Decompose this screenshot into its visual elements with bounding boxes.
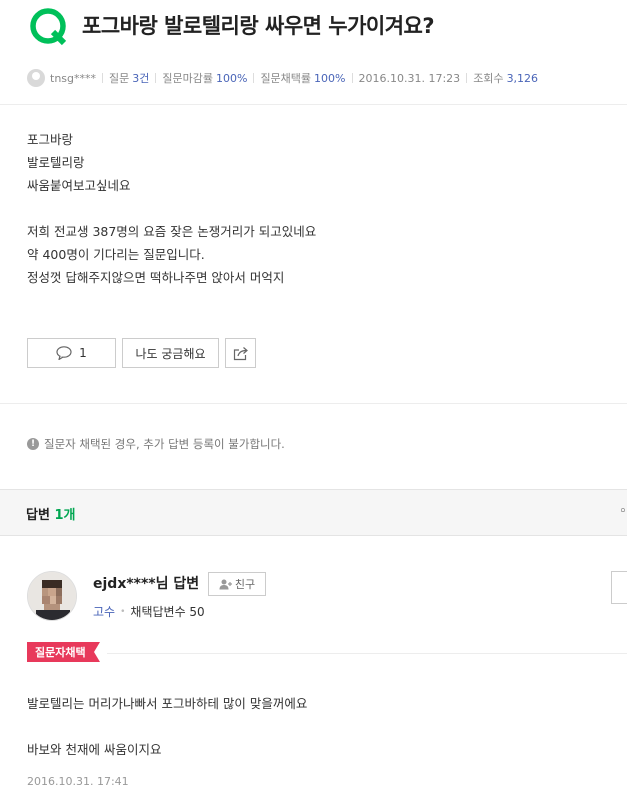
questions-label: 질문: [109, 72, 130, 85]
notice-text: 질문자 채택된 경우, 추가 답변 등록이 불가합니다.: [44, 437, 285, 451]
author-name[interactable]: tnsg****: [50, 72, 96, 85]
answerer-avatar[interactable]: [27, 571, 77, 621]
divider: [0, 403, 627, 404]
answer-menu-button[interactable]: [611, 571, 627, 604]
answerer-name: ejdx****님 답변: [93, 576, 200, 592]
divider: [155, 73, 157, 83]
comment-button[interactable]: 1: [27, 338, 116, 368]
curious-button[interactable]: 나도 궁금해요: [122, 338, 219, 368]
share-button[interactable]: [225, 338, 256, 368]
divider: [0, 104, 627, 105]
separator-dot: •: [120, 606, 126, 617]
adopt-rate-label: 질문채택률: [260, 72, 312, 85]
answers-header: [0, 489, 627, 536]
adopt-notice: ! 질문자 채택된 경우, 추가 답변 등록이 불가합니다.: [27, 436, 285, 452]
answer-line: 바보와 천재에 싸움이지요: [27, 742, 162, 757]
views-label: 조회수: [473, 72, 504, 85]
info-icon: !: [27, 438, 39, 450]
body-line: 약 400명이 기다리는 질문입니다.: [27, 247, 205, 262]
body-line: [27, 197, 316, 220]
share-icon: [233, 346, 248, 360]
question-body: 포그바랑 발로텔리랑 싸움붙여보고싶네요 저희 전교생 387명의 요즘 잦은 …: [27, 128, 316, 289]
answer-body: 발로텔리는 머리가나빠서 포그바하테 많이 맞을꺼에요 바보와 천재에 싸움이지…: [27, 692, 307, 761]
divider: [107, 653, 627, 654]
divider: [253, 73, 255, 83]
body-line: 발로텔리랑: [27, 155, 85, 170]
question-meta: tnsg**** 질문 3건 질문마감률 100% 질문채택률 100% 201…: [27, 68, 538, 88]
adopted-badge: 질문자채택: [27, 642, 100, 662]
sort-toggle-edge[interactable]: ◦: [619, 504, 627, 520]
answerer-info: 고수 • 채택답변수 50: [93, 603, 205, 620]
speech-bubble-icon: [56, 346, 72, 360]
divider: [466, 73, 468, 83]
profile-photo-icon: [28, 572, 76, 620]
body-line: 정성껏 답해주지않으면 떡하나주면 앉아서 머억지: [27, 270, 285, 285]
divider: [102, 73, 103, 83]
views-count: 3,126: [506, 71, 539, 85]
adopted-count: 채택답변수 50: [130, 605, 205, 619]
body-line: 포그바랑: [27, 132, 74, 147]
answer-line: [27, 715, 307, 738]
comment-count: 1: [79, 346, 87, 360]
adopt-rate: 100%: [314, 71, 346, 85]
answers-title: 답변 1개: [26, 504, 75, 523]
body-line: 싸움붙여보고싶네요: [27, 178, 131, 193]
question-title: 포그바랑 발로텔리랑 싸우면 누가이겨요?: [82, 14, 435, 38]
divider: [351, 73, 353, 83]
body-line: 저희 전교생 387명의 요즘 잦은 논쟁거리가 되고있네요: [27, 224, 317, 239]
answer-date: 2016.10.31. 17:41: [27, 775, 129, 788]
questions-count: 3건: [132, 72, 150, 85]
add-friend-button[interactable]: 친구: [208, 572, 266, 596]
author-avatar[interactable]: [27, 69, 45, 87]
answers-count: 1개: [54, 508, 76, 523]
question-datetime: 2016.10.31. 17:23: [358, 71, 461, 85]
friend-label: 친구: [234, 578, 256, 591]
q-logo-icon: [30, 8, 67, 46]
answer-line: 발로텔리는 머리가나빠서 포그바하테 많이 맞을꺼에요: [27, 696, 308, 711]
deadline-rate-label: 질문마감률: [162, 72, 213, 85]
answers-label: 답변: [26, 508, 50, 523]
answerer-rank[interactable]: 고수: [93, 603, 115, 620]
add-person-icon: [219, 579, 232, 589]
deadline-rate: 100%: [215, 71, 248, 85]
